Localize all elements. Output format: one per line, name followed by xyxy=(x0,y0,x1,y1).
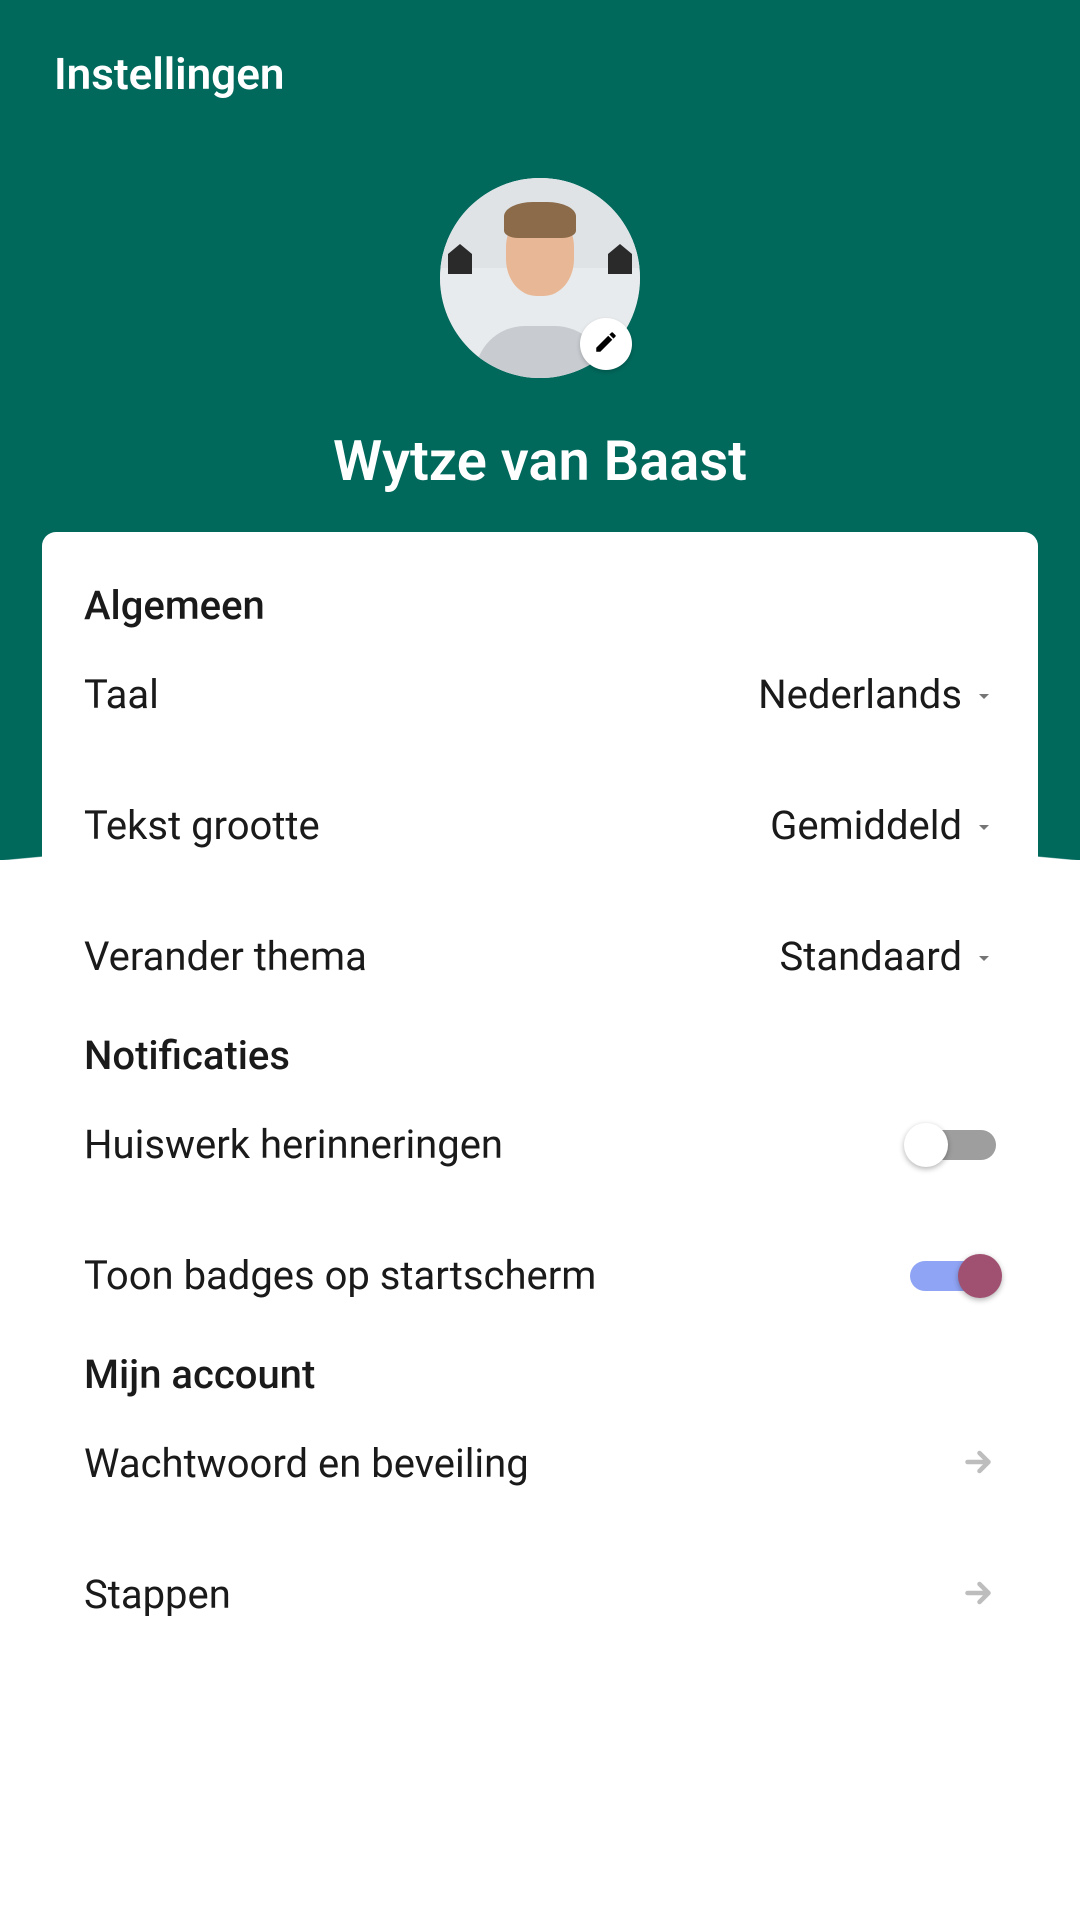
chevron-down-icon xyxy=(972,671,996,718)
toggle-badges[interactable] xyxy=(910,1261,996,1291)
toggle-thumb xyxy=(958,1254,1002,1298)
setting-value-dropdown: Gemiddeld xyxy=(770,802,996,849)
setting-label: Verander thema xyxy=(84,933,367,980)
arrow-right-icon xyxy=(960,1444,996,1484)
setting-show-badges[interactable]: Toon badges op startscherm xyxy=(84,1210,996,1341)
setting-password-security[interactable]: Wachtwoord en beveiling xyxy=(84,1398,996,1529)
setting-label: Stappen xyxy=(84,1571,231,1618)
dropdown-value: Standaard xyxy=(780,933,963,980)
setting-label: Tekst grootte xyxy=(84,802,320,849)
section-header-general: Algemeen xyxy=(84,582,996,629)
setting-label: Taal xyxy=(84,671,159,718)
setting-value-dropdown: Nederlands xyxy=(758,671,996,718)
edit-avatar-button[interactable] xyxy=(580,318,632,370)
setting-value-dropdown: Standaard xyxy=(780,933,997,980)
page-title: Instellingen xyxy=(0,0,1080,148)
avatar-wrapper xyxy=(440,178,640,378)
setting-label: Wachtwoord en beveiling xyxy=(84,1440,529,1487)
chevron-down-icon xyxy=(972,802,996,849)
profile-section: Wytze van Baast xyxy=(0,148,1080,494)
setting-language[interactable]: Taal Nederlands xyxy=(84,629,996,760)
setting-homework-reminders[interactable]: Huiswerk herinneringen xyxy=(84,1079,996,1210)
section-header-account: Mijn account xyxy=(84,1351,996,1398)
chevron-down-icon xyxy=(972,933,996,980)
pencil-icon xyxy=(593,329,619,359)
settings-card: Algemeen Taal Nederlands Tekst grootte G… xyxy=(42,532,1038,1710)
toggle-homework[interactable] xyxy=(910,1130,996,1160)
dropdown-value: Gemiddeld xyxy=(770,802,962,849)
setting-text-size[interactable]: Tekst grootte Gemiddeld xyxy=(84,760,996,891)
dropdown-value: Nederlands xyxy=(758,671,962,718)
toggle-thumb xyxy=(904,1123,948,1167)
setting-steps[interactable]: Stappen xyxy=(84,1529,996,1660)
setting-label: Toon badges op startscherm xyxy=(84,1252,596,1299)
setting-label: Huiswerk herinneringen xyxy=(84,1121,503,1168)
section-header-notifications: Notificaties xyxy=(84,1032,996,1079)
setting-theme[interactable]: Verander thema Standaard xyxy=(84,891,996,1022)
arrow-right-icon xyxy=(960,1575,996,1615)
profile-name: Wytze van Baast xyxy=(333,428,747,494)
